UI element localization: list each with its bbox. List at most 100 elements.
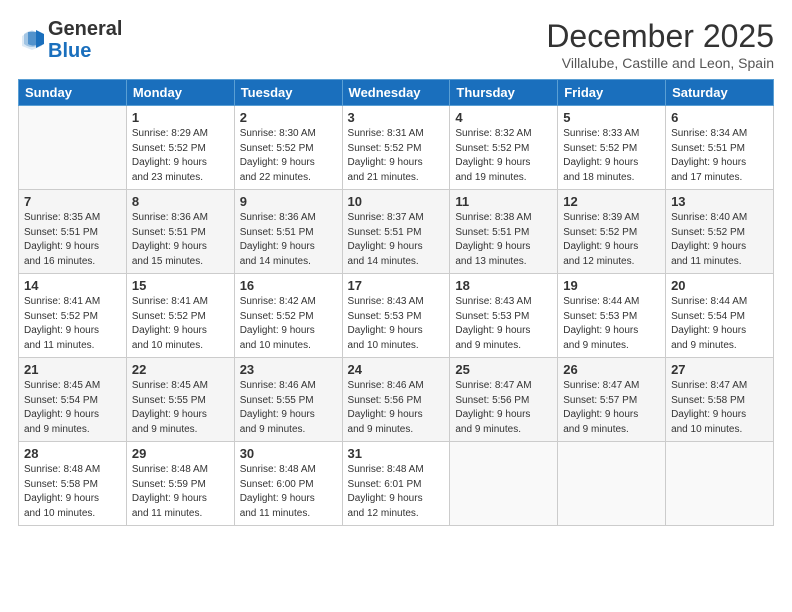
calendar-cell: 15 Sunrise: 8:41 AMSunset: 5:52 PMDayligh… bbox=[126, 274, 234, 358]
calendar-cell: 31 Sunrise: 8:48 AMSunset: 6:01 PMDayligh… bbox=[342, 442, 450, 526]
calendar-cell: 1 Sunrise: 8:29 AMSunset: 5:52 PMDaylight… bbox=[126, 106, 234, 190]
calendar-cell: 21Sunrise: 8:45 AMSunset: 5:54 PMDayligh… bbox=[19, 358, 127, 442]
day-info: Sunrise: 8:40 AMSunset: 5:52 PMDaylight:… bbox=[671, 211, 768, 269]
calendar-cell bbox=[19, 106, 127, 190]
location-subtitle: Villalube, Castille and Leon, Spain bbox=[546, 55, 774, 71]
day-number: 14 bbox=[24, 278, 121, 293]
calendar-body: 1 Sunrise: 8:29 AMSunset: 5:52 PMDaylight… bbox=[19, 106, 774, 526]
day-info: Sunrise: 8:37 AMSunset: 5:51 PMDaylight:… bbox=[348, 211, 445, 269]
day-info: Sunrise: 8:35 AMSunset: 5:51 PMDaylight:… bbox=[24, 211, 121, 269]
calendar-cell: 16 Sunrise: 8:42 AMSunset: 5:52 PMDayligh… bbox=[234, 274, 342, 358]
calendar-cell: 4Sunrise: 8:32 AMSunset: 5:52 PMDaylight… bbox=[450, 106, 558, 190]
day-number: 1 bbox=[132, 110, 229, 125]
day-number: 18 bbox=[455, 278, 552, 293]
day-info: Sunrise: 8:43 AMSunset: 5:53 PMDaylight:… bbox=[348, 295, 445, 353]
day-info: Sunrise: 8:46 AMSunset: 5:56 PMDaylight:… bbox=[348, 379, 445, 437]
day-info: Sunrise: 8:41 AMSunset: 5:52 PMDaylight:… bbox=[132, 295, 229, 353]
day-info: Sunrise: 8:44 AMSunset: 5:53 PMDaylight:… bbox=[563, 295, 660, 353]
logo: General Blue bbox=[18, 18, 122, 62]
day-info: Sunrise: 8:48 AMSunset: 6:01 PMDaylight:… bbox=[348, 463, 445, 521]
calendar-cell: 22Sunrise: 8:45 AMSunset: 5:55 PMDayligh… bbox=[126, 358, 234, 442]
day-number: 22 bbox=[132, 362, 229, 377]
calendar-cell: 27Sunrise: 8:47 AMSunset: 5:58 PMDayligh… bbox=[666, 358, 774, 442]
calendar-cell bbox=[450, 442, 558, 526]
calendar-cell: 2 Sunrise: 8:30 AMSunset: 5:52 PMDaylight… bbox=[234, 106, 342, 190]
week-row-1: 1 Sunrise: 8:29 AMSunset: 5:52 PMDaylight… bbox=[19, 106, 774, 190]
day-number: 25 bbox=[455, 362, 552, 377]
day-info: Sunrise: 8:48 AMSunset: 6:00 PMDaylight:… bbox=[240, 463, 337, 521]
day-number: 28 bbox=[24, 446, 121, 461]
calendar-cell: 3Sunrise: 8:31 AMSunset: 5:52 PMDaylight… bbox=[342, 106, 450, 190]
day-number: 2 bbox=[240, 110, 337, 125]
calendar-cell: 5Sunrise: 8:33 AMSunset: 5:52 PMDaylight… bbox=[558, 106, 666, 190]
title-block: December 2025 Villalube, Castille and Le… bbox=[546, 18, 774, 71]
day-info: Sunrise: 8:32 AMSunset: 5:52 PMDaylight:… bbox=[455, 127, 552, 185]
day-info: Sunrise: 8:36 AMSunset: 5:51 PMDaylight:… bbox=[240, 211, 337, 269]
calendar-cell: 19 Sunrise: 8:44 AMSunset: 5:53 PMDayligh… bbox=[558, 274, 666, 358]
day-info: Sunrise: 8:47 AMSunset: 5:56 PMDaylight:… bbox=[455, 379, 552, 437]
header-row: Sunday Monday Tuesday Wednesday Thursday… bbox=[19, 80, 774, 106]
col-thursday: Thursday bbox=[450, 80, 558, 106]
calendar-cell: 17 Sunrise: 8:43 AMSunset: 5:53 PMDayligh… bbox=[342, 274, 450, 358]
calendar-cell: 20 Sunrise: 8:44 AMSunset: 5:54 PMDayligh… bbox=[666, 274, 774, 358]
calendar-cell: 18 Sunrise: 8:43 AMSunset: 5:53 PMDayligh… bbox=[450, 274, 558, 358]
week-row-2: 7Sunrise: 8:35 AMSunset: 5:51 PMDaylight… bbox=[19, 190, 774, 274]
calendar-cell: 26 Sunrise: 8:47 AMSunset: 5:57 PMDayligh… bbox=[558, 358, 666, 442]
day-number: 6 bbox=[671, 110, 768, 125]
day-info: Sunrise: 8:42 AMSunset: 5:52 PMDaylight:… bbox=[240, 295, 337, 353]
calendar-cell: 24 Sunrise: 8:46 AMSunset: 5:56 PMDayligh… bbox=[342, 358, 450, 442]
calendar-cell: 23Sunrise: 8:46 AMSunset: 5:55 PMDayligh… bbox=[234, 358, 342, 442]
day-number: 12 bbox=[563, 194, 660, 209]
day-number: 29 bbox=[132, 446, 229, 461]
day-info: Sunrise: 8:48 AMSunset: 5:58 PMDaylight:… bbox=[24, 463, 121, 521]
col-saturday: Saturday bbox=[666, 80, 774, 106]
month-title: December 2025 bbox=[546, 18, 774, 55]
calendar-cell: 30 Sunrise: 8:48 AMSunset: 6:00 PMDayligh… bbox=[234, 442, 342, 526]
day-number: 8 bbox=[132, 194, 229, 209]
day-info: Sunrise: 8:43 AMSunset: 5:53 PMDaylight:… bbox=[455, 295, 552, 353]
day-number: 9 bbox=[240, 194, 337, 209]
day-number: 30 bbox=[240, 446, 337, 461]
day-info: Sunrise: 8:39 AMSunset: 5:52 PMDaylight:… bbox=[563, 211, 660, 269]
day-info: Sunrise: 8:34 AMSunset: 5:51 PMDaylight:… bbox=[671, 127, 768, 185]
calendar-cell: 28 Sunrise: 8:48 AMSunset: 5:58 PMDayligh… bbox=[19, 442, 127, 526]
day-info: Sunrise: 8:47 AMSunset: 5:58 PMDaylight:… bbox=[671, 379, 768, 437]
calendar-cell bbox=[666, 442, 774, 526]
day-info: Sunrise: 8:44 AMSunset: 5:54 PMDaylight:… bbox=[671, 295, 768, 353]
day-info: Sunrise: 8:31 AMSunset: 5:52 PMDaylight:… bbox=[348, 127, 445, 185]
calendar-cell: 11Sunrise: 8:38 AMSunset: 5:51 PMDayligh… bbox=[450, 190, 558, 274]
calendar-cell: 7Sunrise: 8:35 AMSunset: 5:51 PMDaylight… bbox=[19, 190, 127, 274]
day-info: Sunrise: 8:48 AMSunset: 5:59 PMDaylight:… bbox=[132, 463, 229, 521]
day-number: 20 bbox=[671, 278, 768, 293]
calendar-cell: 25 Sunrise: 8:47 AMSunset: 5:56 PMDayligh… bbox=[450, 358, 558, 442]
day-info: Sunrise: 8:46 AMSunset: 5:55 PMDaylight:… bbox=[240, 379, 337, 437]
calendar-cell: 10 Sunrise: 8:37 AMSunset: 5:51 PMDayligh… bbox=[342, 190, 450, 274]
day-number: 17 bbox=[348, 278, 445, 293]
col-friday: Friday bbox=[558, 80, 666, 106]
day-number: 10 bbox=[348, 194, 445, 209]
day-number: 24 bbox=[348, 362, 445, 377]
generalblue-icon bbox=[18, 26, 46, 54]
week-row-5: 28 Sunrise: 8:48 AMSunset: 5:58 PMDayligh… bbox=[19, 442, 774, 526]
day-number: 13 bbox=[671, 194, 768, 209]
day-info: Sunrise: 8:45 AMSunset: 5:54 PMDaylight:… bbox=[24, 379, 121, 437]
calendar-cell: 29 Sunrise: 8:48 AMSunset: 5:59 PMDayligh… bbox=[126, 442, 234, 526]
day-info: Sunrise: 8:47 AMSunset: 5:57 PMDaylight:… bbox=[563, 379, 660, 437]
day-number: 11 bbox=[455, 194, 552, 209]
header: General Blue December 2025 Villalube, Ca… bbox=[18, 18, 774, 71]
week-row-3: 14 Sunrise: 8:41 AMSunset: 5:52 PMDayligh… bbox=[19, 274, 774, 358]
day-info: Sunrise: 8:36 AMSunset: 5:51 PMDaylight:… bbox=[132, 211, 229, 269]
day-info: Sunrise: 8:29 AMSunset: 5:52 PMDaylight:… bbox=[132, 127, 229, 185]
logo-text: General Blue bbox=[48, 18, 122, 62]
col-wednesday: Wednesday bbox=[342, 80, 450, 106]
day-number: 15 bbox=[132, 278, 229, 293]
day-number: 26 bbox=[563, 362, 660, 377]
calendar-cell: 6 Sunrise: 8:34 AMSunset: 5:51 PMDaylight… bbox=[666, 106, 774, 190]
day-number: 16 bbox=[240, 278, 337, 293]
day-number: 19 bbox=[563, 278, 660, 293]
week-row-4: 21Sunrise: 8:45 AMSunset: 5:54 PMDayligh… bbox=[19, 358, 774, 442]
day-info: Sunrise: 8:30 AMSunset: 5:52 PMDaylight:… bbox=[240, 127, 337, 185]
calendar-cell bbox=[558, 442, 666, 526]
calendar-cell: 9 Sunrise: 8:36 AMSunset: 5:51 PMDaylight… bbox=[234, 190, 342, 274]
day-number: 31 bbox=[348, 446, 445, 461]
